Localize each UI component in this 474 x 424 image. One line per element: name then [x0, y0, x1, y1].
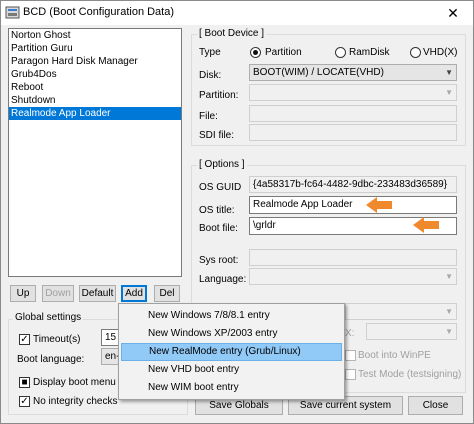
down-button[interactable]: Down — [42, 285, 74, 302]
boot-file-label: Boot file: — [199, 223, 238, 234]
menu-item-vhd[interactable]: New VHD boot entry — [121, 361, 342, 379]
list-item[interactable]: Partition Guru — [9, 42, 181, 55]
language-label: Language: — [199, 274, 247, 285]
boot-entry-list[interactable]: Norton Ghost Partition Guru Paragon Hard… — [8, 28, 182, 277]
add-entry-menu: New Windows 7/8/8.1 entry New Windows XP… — [118, 303, 345, 400]
partition-radio-label: Partition — [265, 47, 302, 58]
ramdisk-radio[interactable] — [335, 47, 346, 58]
test-mode-checkbox[interactable] — [345, 369, 356, 380]
orange-arrow-icon — [366, 197, 392, 213]
partition-label: Partition: — [199, 90, 239, 101]
sys-root-field[interactable] — [249, 249, 457, 266]
orange-arrow-icon — [413, 217, 439, 233]
boot-winpe-label: Boot into WinPE — [358, 350, 431, 361]
list-item[interactable]: Paragon Hard Disk Manager — [9, 55, 181, 68]
boot-language-label: Boot language: — [17, 354, 85, 365]
list-item-selected[interactable]: Realmode App Loader — [9, 107, 181, 120]
partial-x-label: X: — [345, 328, 355, 339]
up-button[interactable]: Up — [10, 285, 36, 302]
list-item[interactable]: Grub4Dos — [9, 68, 181, 81]
timeout-label: Timeout(s) — [33, 334, 81, 345]
options-group-title: [ Options ] — [197, 159, 247, 170]
sdi-file-label: SDI file: — [199, 130, 235, 141]
del-button[interactable]: Del — [154, 285, 180, 302]
no-integrity-checkbox[interactable]: ✓ — [19, 396, 30, 407]
os-title-label: OS title: — [199, 205, 235, 216]
chevron-down-icon: ▼ — [445, 307, 453, 316]
menu-item-realmode[interactable]: New RealMode entry (Grub/Linux) — [121, 343, 342, 361]
test-mode-label: Test Mode (testsigning) — [358, 369, 462, 380]
window-title: BCD (Boot Configuration Data) — [23, 6, 175, 18]
close-window-button[interactable]: ✕ — [433, 1, 473, 25]
list-item[interactable]: Shutdown — [9, 94, 181, 107]
chevron-down-icon: ▼ — [445, 68, 453, 77]
partition-select[interactable]: ▼ — [249, 84, 457, 101]
display-boot-menu-checkbox[interactable]: ■ — [19, 377, 30, 388]
file-label: File: — [199, 111, 218, 122]
add-button[interactable]: Add — [121, 285, 147, 302]
app-icon — [5, 6, 20, 19]
ramdisk-radio-label: RamDisk — [349, 47, 390, 58]
list-item[interactable]: Reboot — [9, 81, 181, 94]
os-guid-field[interactable]: {4a58317b-fc64-4482-9dbc-233483d36589} — [249, 176, 457, 193]
bcd-window: BCD (Boot Configuration Data) ✕ Norton G… — [0, 0, 474, 424]
sys-root-label: Sys root: — [199, 255, 239, 266]
chevron-down-icon: ▼ — [445, 88, 453, 97]
disk-select-value: BOOT(WIM) / LOCATE(VHD) — [253, 67, 384, 78]
partial-select[interactable]: ▼ — [345, 303, 457, 320]
vhd-radio-label: VHD(X) — [423, 47, 458, 58]
boot-winpe-checkbox[interactable] — [345, 350, 356, 361]
display-boot-menu-label: Display boot menu — [33, 377, 116, 388]
boot-device-group-title: [ Boot Device ] — [197, 28, 267, 39]
sdi-file-field[interactable] — [249, 124, 457, 141]
disk-label: Disk: — [199, 70, 222, 81]
global-settings-title: Global settings — [13, 312, 84, 323]
close-button[interactable]: Close — [408, 396, 463, 415]
list-item[interactable]: Norton Ghost — [9, 29, 181, 42]
partial-select-2[interactable]: ▼ — [366, 323, 457, 340]
menu-item-win7[interactable]: New Windows 7/8/8.1 entry — [121, 307, 342, 325]
file-field[interactable] — [249, 105, 457, 122]
os-guid-label: OS GUID — [199, 182, 242, 193]
default-button[interactable]: Default — [79, 285, 116, 302]
menu-item-winxp[interactable]: New Windows XP/2003 entry — [121, 325, 342, 343]
disk-select[interactable]: BOOT(WIM) / LOCATE(VHD) ▼ — [249, 64, 457, 81]
chevron-down-icon: ▼ — [445, 327, 453, 336]
menu-item-wim[interactable]: New WIM boot entry — [121, 379, 342, 397]
os-title-field[interactable]: Realmode App Loader — [249, 196, 457, 214]
vhd-radio[interactable] — [410, 47, 421, 58]
language-select[interactable]: ▼ — [249, 268, 457, 285]
title-bar: BCD (Boot Configuration Data) ✕ — [1, 1, 473, 25]
no-integrity-label: No integrity checks — [33, 396, 118, 407]
timeout-checkbox[interactable]: ✓ — [19, 334, 30, 345]
partition-radio[interactable] — [250, 47, 261, 58]
type-label: Type — [199, 47, 221, 58]
chevron-down-icon: ▼ — [445, 272, 453, 281]
